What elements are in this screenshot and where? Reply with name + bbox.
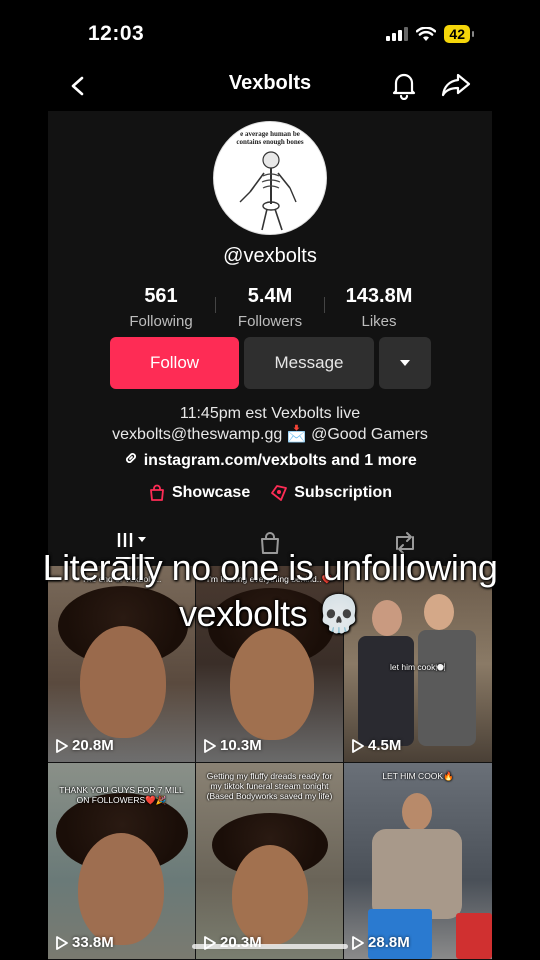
video-views: 28.8M (352, 934, 410, 951)
play-icon (56, 935, 68, 950)
status-icons: 42 (386, 25, 474, 43)
thumbnail-body (418, 630, 476, 746)
profile-screen: e average human be contains enough bones… (48, 111, 492, 960)
stat-label: Likes (361, 313, 397, 330)
stat-value: 561 (144, 285, 178, 307)
thumbnail-face (402, 793, 432, 831)
home-indicator[interactable] (192, 944, 348, 949)
thumbnail-face (230, 628, 314, 740)
stat-label: Followers (237, 313, 303, 330)
stat-following[interactable]: 561 Following (107, 285, 215, 330)
shopping-bag-icon (150, 484, 164, 501)
status-time: 12:03 (88, 22, 145, 45)
avatar[interactable]: e average human be contains enough bones (213, 121, 327, 235)
bio-line-1: 11:45pm est Vexbolts live (179, 405, 361, 422)
video-tile[interactable]: THANK YOU GUYS FOR 7 MILL ON FOLLOWERS❤️… (48, 763, 195, 959)
status-bar: 12:03 42 (0, 0, 540, 64)
follow-button[interactable]: Follow (110, 337, 239, 389)
nav-bar: Vexbolts (0, 64, 540, 108)
bio-link-text: instagram.com/vexbolts and 1 more (143, 451, 417, 469)
play-icon (204, 738, 216, 753)
showcase-label: Showcase (171, 484, 251, 501)
thumbnail-body (372, 829, 462, 919)
stat-followers[interactable]: 5.4M Followers (216, 285, 324, 330)
more-options-button[interactable] (379, 337, 431, 389)
stats-row: 561 Following 5.4M Followers 143.8M Like… (48, 285, 492, 330)
cellular-signal-icon (386, 27, 409, 41)
wifi-icon (416, 26, 437, 41)
profile-actions: Follow Message (110, 337, 431, 389)
video-caption: Getting my fluffy dreads ready for my ti… (206, 771, 333, 801)
video-views: 10.3M (204, 737, 262, 754)
video-caption: LET HIM COOK🔥 (382, 771, 454, 781)
view-count: 20.8M (72, 737, 114, 754)
video-tile[interactable]: LET HIM COOK🔥 28.8M (344, 763, 492, 959)
subscription-badge-icon (271, 485, 288, 501)
stat-likes[interactable]: 143.8M Likes (325, 285, 433, 330)
bell-icon[interactable] (390, 70, 418, 100)
thumbnail-face (78, 833, 164, 945)
view-count: 33.8M (72, 934, 114, 951)
bio-line-2: vexbolts@theswamp.gg 📩 @Good Gamers (48, 424, 492, 445)
video-views: 33.8M (56, 934, 114, 951)
thumbnail-face (232, 845, 308, 945)
profile-features: Showcase Subscription (48, 484, 492, 502)
video-views: 4.5M (352, 737, 401, 754)
view-count: 10.3M (220, 737, 262, 754)
bio: 11:45pm est Vexbolts live vexbolts@thesw… (48, 403, 492, 445)
envelope-emoji: 📩 (286, 426, 307, 443)
view-count: 4.5M (368, 737, 402, 754)
video-tile[interactable]: Getting my fluffy dreads ready for my ti… (196, 763, 343, 959)
play-icon (352, 935, 364, 950)
thumbnail-face (80, 626, 166, 738)
stat-label: Following (129, 313, 193, 330)
skeleton-image (239, 151, 297, 231)
video-caption: let him cook🍽️ (390, 662, 446, 672)
overlay-caption: Literally no one is unfollowing vexbolts… (42, 547, 498, 634)
stat-value: 5.4M (247, 285, 293, 307)
video-caption: THANK YOU GUYS FOR 7 MILL ON FOLLOWERS❤️… (59, 785, 184, 805)
stat-value: 143.8M (345, 285, 413, 307)
play-icon (56, 738, 68, 753)
share-icon[interactable] (440, 70, 472, 100)
play-icon (352, 738, 364, 753)
bio-email: vexbolts@theswamp.gg (112, 426, 283, 443)
caret-down-icon (400, 360, 410, 366)
view-count: 28.8M (368, 934, 410, 951)
bio-link[interactable]: instagram.com/vexbolts and 1 more (48, 450, 492, 471)
username: @vexbolts (223, 245, 317, 267)
subscription-button[interactable]: Subscription (270, 484, 392, 502)
subscription-label: Subscription (294, 484, 393, 501)
battery-indicator: 42 (444, 25, 474, 43)
bio-mention[interactable]: @Good Gamers (311, 426, 428, 443)
video-views: 20.8M (56, 737, 114, 754)
showcase-button[interactable]: Showcase (148, 484, 250, 502)
thumbnail-body (358, 636, 414, 746)
message-button[interactable]: Message (244, 337, 374, 389)
link-icon (123, 450, 139, 471)
snack-box (456, 913, 492, 959)
